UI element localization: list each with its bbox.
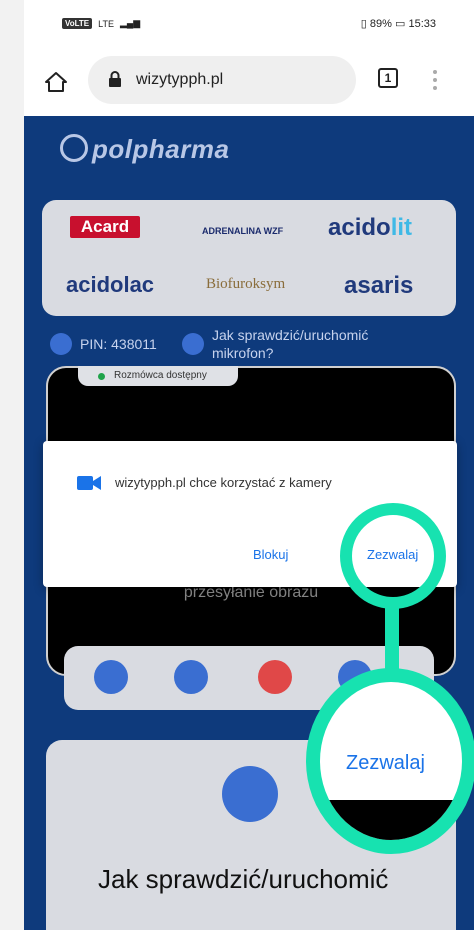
logo-acard: Acard bbox=[70, 216, 140, 238]
cloud-download-icon[interactable] bbox=[182, 333, 204, 355]
block-button[interactable]: Blokuj bbox=[253, 547, 288, 562]
camera-off-icon[interactable] bbox=[94, 660, 128, 694]
battery-level: 89% bbox=[369, 18, 392, 30]
mic-help-link[interactable]: Jak sprawdzić/uruchomić mikrofon? bbox=[212, 326, 432, 362]
network-type: LTE bbox=[98, 18, 114, 29]
lock-badge-icon bbox=[50, 333, 72, 355]
magnifier-callout: Zezwalaj bbox=[306, 668, 474, 854]
tabs-count-icon[interactable]: 1 bbox=[378, 68, 398, 88]
logo-biofuroksym: Biofuroksym bbox=[206, 276, 286, 292]
signal-icon: ▂▄▆ bbox=[120, 18, 141, 28]
home-icon[interactable] bbox=[44, 70, 68, 94]
pin-row: PIN: 438011 Jak sprawdzić/uruchomić mikr… bbox=[42, 326, 462, 362]
magnified-allow-label: Zezwalaj bbox=[346, 752, 425, 774]
vibrate-icon: ▯ bbox=[360, 18, 367, 30]
status-right: ▯ 89% ▭ 15:33 bbox=[361, 17, 436, 30]
online-dot-icon bbox=[98, 373, 105, 380]
sponsor-logos: Acard ADRENALINA WZF acidolit acidolac B… bbox=[42, 200, 456, 316]
lock-icon bbox=[109, 71, 121, 87]
camera-icon bbox=[77, 476, 101, 490]
clock: 15:33 bbox=[408, 18, 436, 30]
volte-badge: VoLTE bbox=[62, 18, 93, 29]
brand-logo: polpharma bbox=[60, 134, 229, 165]
more-options-icon[interactable] bbox=[432, 68, 438, 92]
url-text: wizytypph.pl bbox=[136, 71, 224, 88]
help-card-title: Jak sprawdzić/uruchomić bbox=[98, 864, 389, 894]
availability-badge: Rozmówca dostępny bbox=[78, 366, 238, 386]
permission-message: wizytypph.pl chce korzystać z kamery bbox=[115, 475, 332, 490]
logo-acidolit: acidolit bbox=[328, 214, 413, 241]
cloud-download-button[interactable] bbox=[222, 766, 278, 822]
status-bar: VoLTE LTE ▂▄▆ ▯ 89% ▭ 15:33 bbox=[24, 0, 474, 48]
mic-off-icon[interactable] bbox=[174, 660, 208, 694]
network-indicators: VoLTE LTE ▂▄▆ bbox=[62, 18, 140, 29]
logo-acidolac: acidolac bbox=[66, 272, 155, 297]
highlight-ring bbox=[340, 503, 446, 609]
battery-icon: ▭ bbox=[395, 18, 406, 30]
pin-label: PIN: 438011 bbox=[80, 336, 157, 352]
address-bar[interactable]: wizytypph.pl bbox=[88, 56, 356, 104]
logo-adrenalina: ADRENALINA WZF bbox=[202, 226, 284, 236]
end-call-icon[interactable] bbox=[258, 660, 292, 694]
brand-name: polpharma bbox=[92, 134, 230, 164]
availability-text: Rozmówca dostępny bbox=[114, 370, 207, 381]
brand-mark-icon bbox=[60, 134, 88, 162]
magnified-background bbox=[320, 800, 462, 840]
logo-asaris: asaris bbox=[344, 272, 414, 299]
browser-toolbar: wizytypph.pl 1 bbox=[24, 48, 474, 116]
